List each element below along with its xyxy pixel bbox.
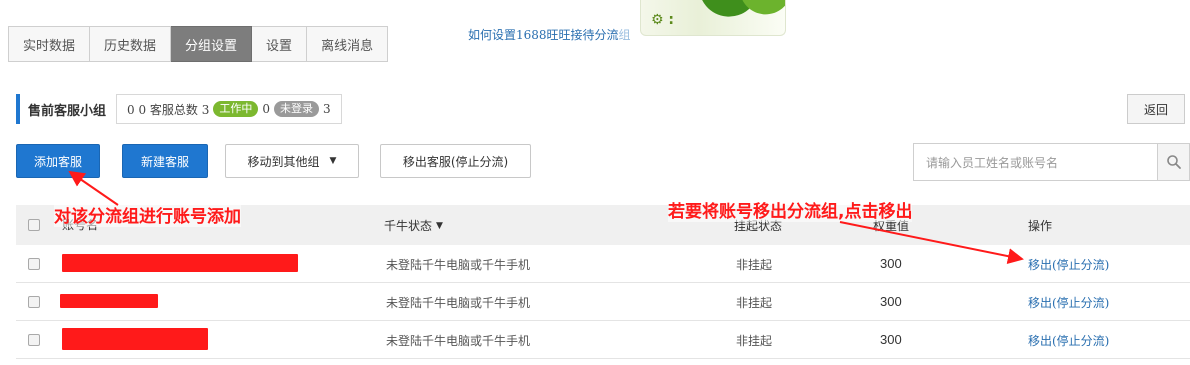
arrow-to-remove-link [839,221,1024,265]
arrow-to-add-button [68,170,119,206]
annotation-arrows [68,170,1024,265]
